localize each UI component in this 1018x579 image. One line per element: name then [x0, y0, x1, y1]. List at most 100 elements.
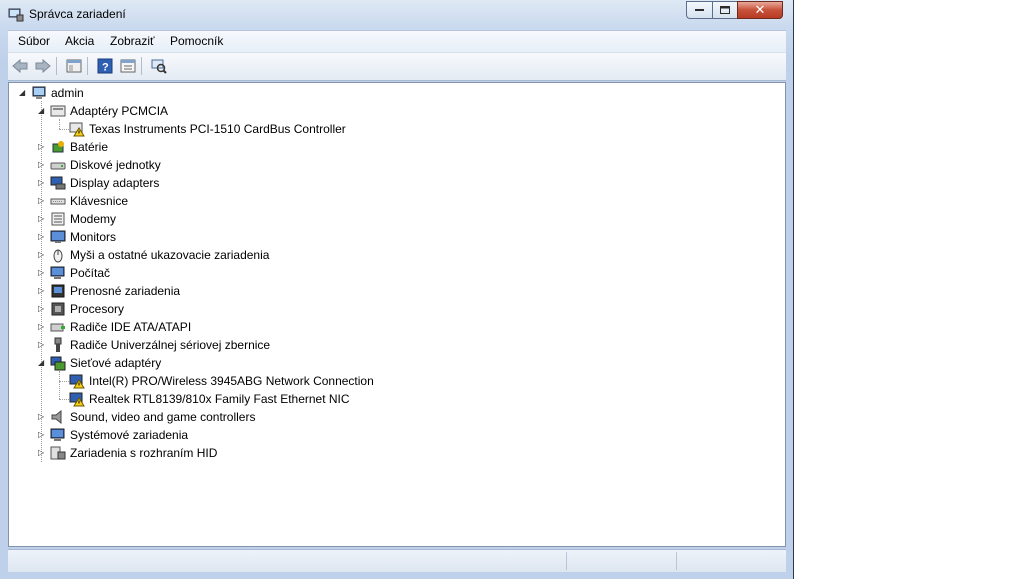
tree-item-pocitac[interactable]: ▷ Počítač — [38, 264, 110, 282]
menu-bar: Súbor Akcia Zobraziť Pomocník — [8, 30, 786, 53]
tree-item-procesory[interactable]: ▷ Procesory — [38, 300, 124, 318]
tree-item-baterie[interactable]: ▷ Batérie — [38, 138, 108, 156]
tree-item-hid[interactable]: ▷ Zariadenia s rozhraním HID — [38, 444, 217, 462]
status-pane-3 — [676, 552, 785, 570]
hid-icon — [50, 445, 66, 461]
expand-arrow-icon[interactable]: ▷ — [38, 431, 46, 439]
network-adapter-icon — [50, 355, 66, 371]
tree-item-intel-wireless[interactable]: Intel(R) PRO/Wireless 3945ABG Network Co… — [69, 372, 374, 390]
battery-icon — [50, 139, 66, 155]
minimize-button[interactable] — [686, 1, 712, 19]
mouse-icon — [50, 247, 66, 263]
expand-arrow-icon[interactable]: ▷ — [38, 179, 46, 187]
warning-device-icon — [69, 373, 85, 389]
tree-item-radice-usb[interactable]: ▷ Radiče Univerzálnej sériovej zbernice — [38, 336, 270, 354]
tree-item-display-adapters[interactable]: ▷ Display adapters — [38, 174, 159, 192]
tree-root-label: admin — [51, 86, 84, 100]
expand-arrow-icon[interactable]: ▷ — [38, 269, 46, 277]
device-manager-window: Správca zariadení ✕ Súbor Akcia Zobraziť… — [0, 0, 794, 579]
tree-item-sound-video[interactable]: ▷ Sound, video and game controllers — [38, 408, 255, 426]
system-device-icon — [50, 427, 66, 443]
expand-arrow-icon[interactable]: ▷ — [38, 305, 46, 313]
status-pane-1 — [8, 552, 566, 570]
tree-item-mysi[interactable]: ▷ Myši a ostatné ukazovacie zariadenia — [38, 246, 269, 264]
expand-arrow-icon[interactable]: ▷ — [38, 341, 46, 349]
back-button[interactable] — [11, 57, 29, 75]
menu-subor[interactable]: Súbor — [16, 34, 52, 48]
tree-item-radice-ide[interactable]: ▷ Radiče IDE ATA/ATAPI — [38, 318, 191, 336]
toolbar-separator — [87, 57, 88, 75]
toolbar-separator — [141, 57, 142, 75]
forward-arrow-icon — [35, 59, 51, 73]
properties-button[interactable] — [119, 57, 137, 75]
expand-arrow-icon[interactable]: ▷ — [38, 287, 46, 295]
close-icon: ✕ — [754, 2, 766, 17]
maximize-icon — [719, 5, 730, 14]
tree-item-sietove-adaptery[interactable]: ◢ Sieťové adaptéry — [38, 354, 161, 372]
toolbar-separator — [56, 57, 57, 75]
expand-arrow-icon[interactable]: ▷ — [38, 143, 46, 151]
warning-device-icon — [69, 391, 85, 407]
sound-icon — [50, 409, 66, 425]
window-title: Správca zariadení — [29, 7, 126, 21]
expand-arrow-icon[interactable]: ▷ — [38, 323, 46, 331]
device-manager-icon — [8, 6, 24, 22]
scan-hardware-changes-icon — [151, 59, 167, 74]
computer-icon — [50, 265, 66, 281]
monitor-icon — [50, 229, 66, 245]
tree-item-realtek-nic[interactable]: Realtek RTL8139/810x Family Fast Etherne… — [69, 390, 350, 408]
tree-item-systemove-zariadenia[interactable]: ▷ Systémové zariadenia — [38, 426, 188, 444]
warning-device-icon — [69, 121, 85, 137]
tree-root[interactable]: ◢ admin — [19, 84, 84, 102]
device-tree[interactable]: ◢ admin ◢ Adaptéry PCMCIA Texas Instrume… — [8, 82, 786, 547]
tree-item-ti-cardbus[interactable]: Texas Instruments PCI-1510 CardBus Contr… — [69, 120, 346, 138]
help-icon: ? — [97, 58, 113, 74]
status-bar — [8, 549, 786, 572]
ide-controller-icon — [50, 319, 66, 335]
status-pane-2 — [566, 552, 677, 570]
menu-zobrazit[interactable]: Zobraziť — [108, 34, 157, 48]
expand-arrow-icon[interactable]: ▷ — [38, 215, 46, 223]
minimize-icon — [694, 9, 704, 11]
usb-icon — [50, 337, 66, 353]
menu-pomocnik[interactable]: Pomocník — [168, 34, 225, 48]
expand-arrow-icon[interactable]: ▷ — [38, 161, 46, 169]
svg-text:?: ? — [102, 62, 109, 74]
forward-button[interactable] — [34, 57, 52, 75]
expand-arrow-icon[interactable]: ▷ — [38, 251, 46, 259]
collapse-arrow-icon[interactable]: ◢ — [19, 89, 27, 97]
tree-item-klavesnice[interactable]: ▷ Klávesnice — [38, 192, 128, 210]
menu-akcia[interactable]: Akcia — [63, 34, 96, 48]
display-adapter-icon — [50, 175, 66, 191]
expand-arrow-icon[interactable]: ▷ — [38, 413, 46, 421]
computer-icon — [31, 85, 47, 101]
modem-icon — [50, 211, 66, 227]
properties-icon — [120, 59, 136, 73]
processor-icon — [50, 301, 66, 317]
tree-item-prenosne-zariadenia[interactable]: ▷ Prenosné zariadenia — [38, 282, 180, 300]
expand-arrow-icon[interactable]: ▷ — [38, 197, 46, 205]
close-button[interactable]: ✕ — [737, 1, 783, 19]
pcmcia-icon — [50, 103, 66, 119]
collapse-arrow-icon[interactable]: ◢ — [38, 107, 46, 115]
expand-arrow-icon[interactable]: ▷ — [38, 449, 46, 457]
caption-buttons: ✕ — [686, 1, 783, 20]
tree-item-diskove-jednotky[interactable]: ▷ Diskové jednotky — [38, 156, 161, 174]
tree-item-monitors[interactable]: ▷ Monitors — [38, 228, 116, 246]
tree-item-modemy[interactable]: ▷ Modemy — [38, 210, 116, 228]
toolbar: ? — [8, 52, 786, 81]
keyboard-icon — [50, 193, 66, 209]
help-button[interactable]: ? — [96, 57, 114, 75]
title-bar[interactable]: Správca zariadení ✕ — [0, 0, 794, 30]
scan-hardware-changes-button[interactable] — [150, 57, 168, 75]
maximize-button[interactable] — [712, 1, 737, 19]
tree-connector — [59, 371, 60, 399]
tree-item-pcmcia[interactable]: ◢ Adaptéry PCMCIA — [38, 102, 168, 120]
expand-arrow-icon[interactable]: ▷ — [38, 233, 46, 241]
collapse-arrow-icon[interactable]: ◢ — [38, 359, 46, 367]
tree-connector — [59, 119, 60, 129]
disk-drive-icon — [50, 157, 66, 173]
portable-device-icon — [50, 283, 66, 299]
show-hide-console-tree-button[interactable] — [65, 57, 83, 75]
back-arrow-icon — [12, 59, 28, 73]
